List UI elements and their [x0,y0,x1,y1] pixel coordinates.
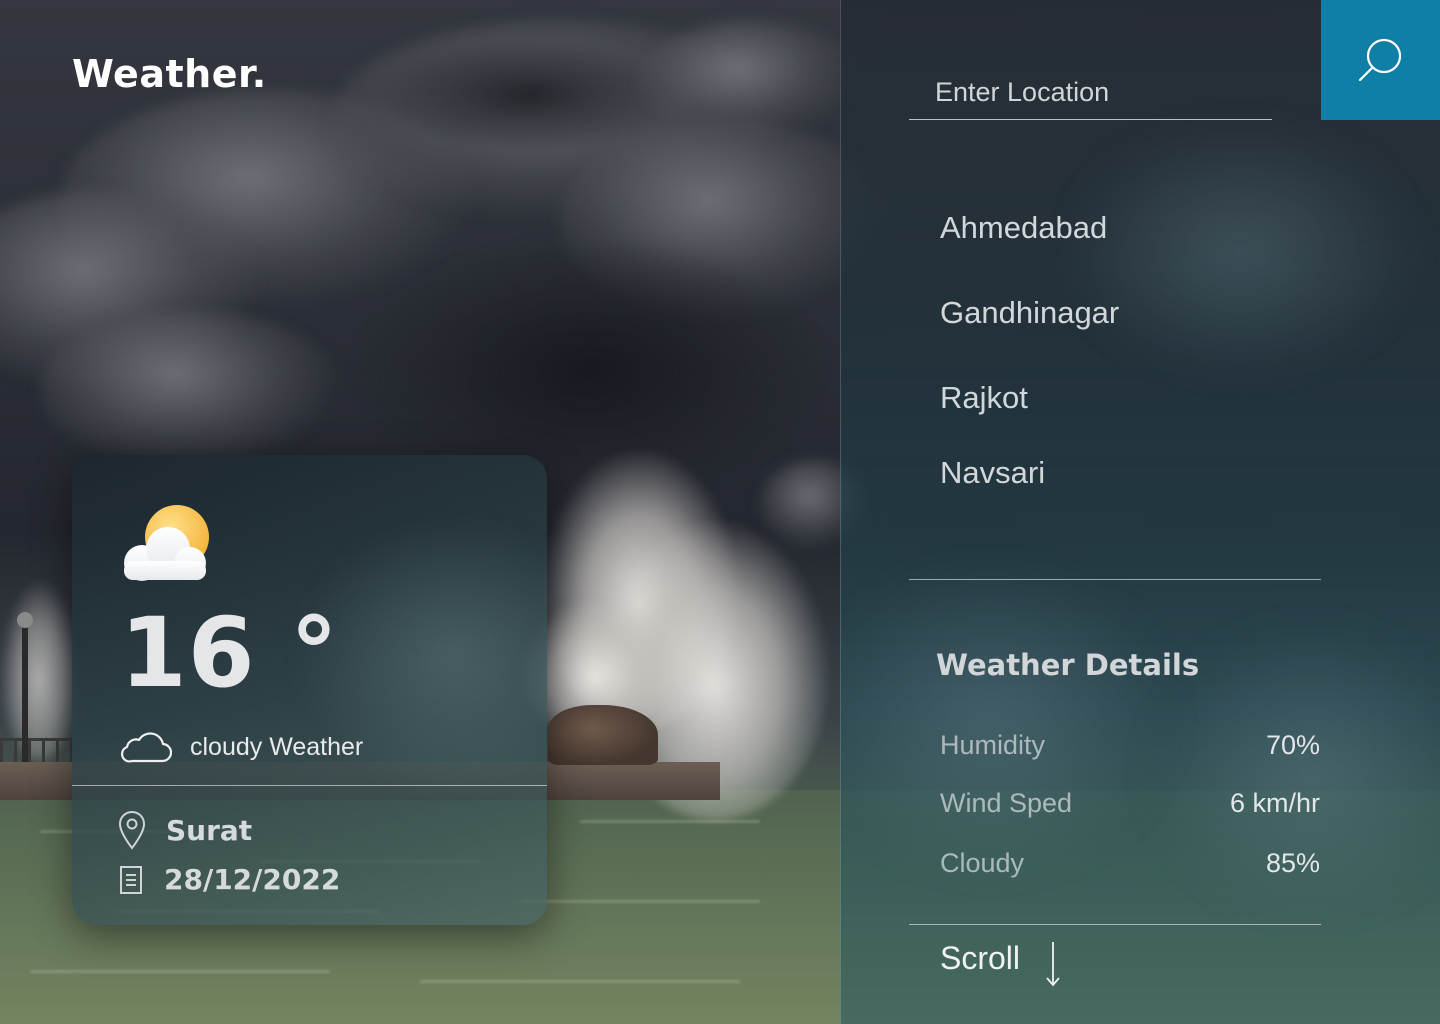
map-pin-icon [118,810,146,850]
current-weather-card: 16 ° cloudy Weather Surat 28/12/2022 [72,455,547,925]
rocks [548,705,658,765]
detail-value: 6 km/hr [1229,788,1320,818]
date-row: 28/12/2022 [118,863,340,896]
city-item-rajkot[interactable]: Rajkot [940,382,1119,413]
detail-value: 85% [1265,848,1320,878]
detail-row-wind-speed: Wind Sped 6 km/hr [940,788,1320,819]
city-item-ahmedabad[interactable]: Ahmedabad [940,212,1119,243]
location-row: Surat [118,810,252,850]
arrow-down-icon [1046,942,1060,987]
side-panel: Ahmedabad Gandhinagar Rajkot Navsari Wea… [840,0,1440,1024]
condition-row: cloudy Weather [120,730,363,764]
lamp-post [22,620,28,762]
search-icon [1358,38,1402,82]
location-search-input[interactable] [909,70,1272,114]
city-name: Surat [166,813,253,847]
panel-divider-top [909,579,1321,580]
condition-text: cloudy Weather [190,732,364,761]
card-divider [72,785,547,786]
search-button[interactable] [1321,0,1440,120]
detail-label: Humidity [940,730,1046,760]
city-item-navsari[interactable]: Navsari [940,457,1119,488]
detail-value: 70% [1265,730,1320,760]
date-text: 28/12/2022 [164,863,341,896]
temperature-value: 16 ° [120,597,340,709]
detail-label: Wind Sped [940,788,1073,818]
city-item-gandhinagar[interactable]: Gandhinagar [940,297,1119,328]
pier-railing [0,738,72,762]
cloud-icon [120,732,172,763]
lamp-head [17,612,33,628]
search-box [909,70,1272,120]
city-list: Ahmedabad Gandhinagar Rajkot Navsari [940,205,1119,488]
detail-row-cloudy: Cloudy 85% [940,848,1320,879]
scroll-label: Scroll [940,940,1021,976]
brand-logo: Weather. [72,52,267,96]
detail-row-humidity: Humidity 70% [940,730,1320,761]
scroll-button[interactable]: Scroll [940,940,1062,988]
weather-details-title: Weather Details [936,648,1200,682]
sun-behind-cloud-icon [124,505,209,581]
detail-label: Cloudy [940,848,1025,878]
document-icon [120,865,142,894]
panel-divider-bottom [909,924,1321,925]
